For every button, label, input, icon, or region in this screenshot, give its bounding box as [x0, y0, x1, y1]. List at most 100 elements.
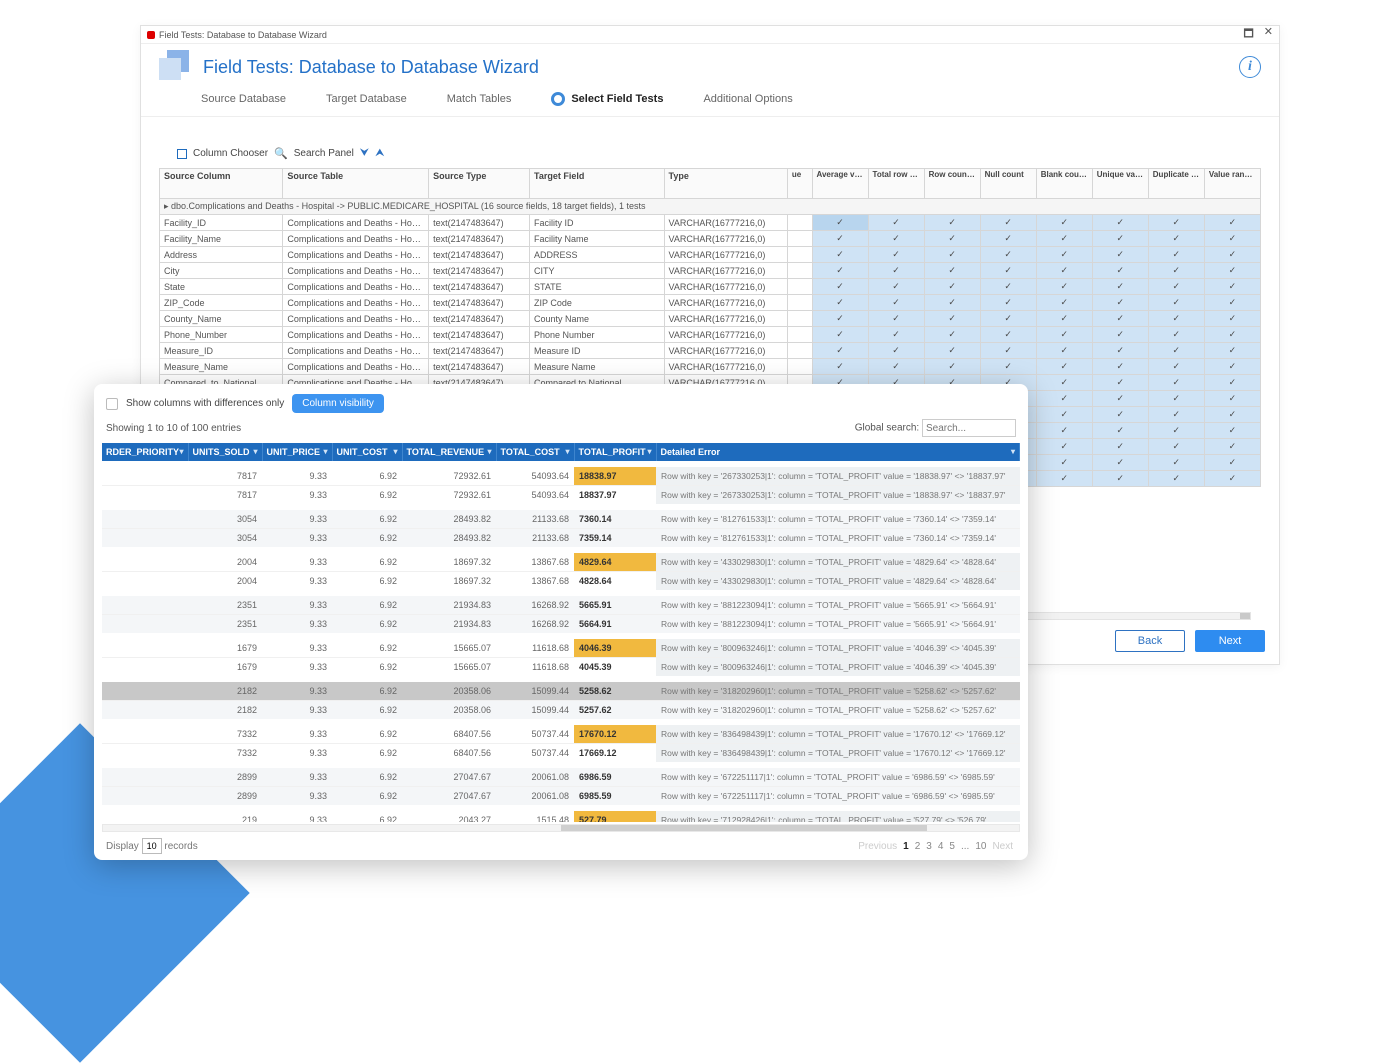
- table-row[interactable]: 16799.336.9215665.0711618.684046.39Row w…: [102, 636, 1020, 658]
- table-row[interactable]: 21829.336.9220358.0615099.445257.62Row w…: [102, 701, 1020, 723]
- test-checkbox[interactable]: ✓: [868, 295, 924, 311]
- table-row[interactable]: Measure_IDComplications and Deaths - Hos…: [160, 343, 1261, 359]
- test-checkbox[interactable]: ✓: [1204, 391, 1260, 407]
- test-checkbox[interactable]: ✓: [1148, 407, 1204, 423]
- test-checkbox[interactable]: ✓: [980, 295, 1036, 311]
- col-total-cost[interactable]: TOTAL_COST▾: [496, 443, 574, 464]
- test-checkbox[interactable]: ✓: [868, 327, 924, 343]
- test-checkbox[interactable]: ✓: [1092, 423, 1148, 439]
- test-checkbox[interactable]: ✓: [1092, 375, 1148, 391]
- test-checkbox[interactable]: ✓: [1036, 455, 1092, 471]
- test-checkbox[interactable]: ✓: [1092, 247, 1148, 263]
- test-checkbox[interactable]: ✓: [924, 247, 980, 263]
- test-checkbox[interactable]: ✓: [1204, 295, 1260, 311]
- test-checkbox[interactable]: ✓: [980, 343, 1036, 359]
- maximize-button[interactable]: 🗖: [1243, 25, 1253, 44]
- global-search-input[interactable]: [922, 419, 1016, 437]
- test-checkbox[interactable]: ✓: [1036, 215, 1092, 231]
- test-checkbox[interactable]: ✓: [1148, 359, 1204, 375]
- pager-page[interactable]: 2: [915, 841, 921, 852]
- table-row[interactable]: 73329.336.9268407.5650737.4417669.12Row …: [102, 744, 1020, 766]
- test-checkbox[interactable]: ✓: [1092, 407, 1148, 423]
- test-checkbox[interactable]: ✓: [1148, 279, 1204, 295]
- test-checkbox[interactable]: ✓: [868, 215, 924, 231]
- records-input[interactable]: [142, 838, 162, 854]
- table-row[interactable]: AddressComplications and Deaths - Hospit…: [160, 247, 1261, 263]
- test-checkbox[interactable]: ✓: [924, 215, 980, 231]
- table-row[interactable]: 78179.336.9272932.6154093.6418837.97Row …: [102, 486, 1020, 508]
- col-avg-text[interactable]: Average value on text fields: [812, 169, 868, 199]
- table-row[interactable]: CityComplications and Deaths - Hospitalt…: [160, 263, 1261, 279]
- table-row[interactable]: 23519.336.9221934.8316268.925665.91Row w…: [102, 593, 1020, 615]
- col-units-sold[interactable]: UNITS_SOLD▾: [188, 443, 262, 464]
- test-checkbox[interactable]: ✓: [1036, 327, 1092, 343]
- group-row[interactable]: ▸ dbo.Complications and Deaths - Hospita…: [160, 199, 1261, 215]
- table-row[interactable]: StateComplications and Deaths - Hospital…: [160, 279, 1261, 295]
- test-checkbox[interactable]: ✓: [980, 247, 1036, 263]
- col-blank-count[interactable]: Blank count (blank identified as ''): [1036, 169, 1092, 199]
- expand-all-icon[interactable]: ⮟: [360, 147, 369, 160]
- table-row[interactable]: 23519.336.9221934.8316268.925664.91Row w…: [102, 615, 1020, 637]
- test-checkbox[interactable]: ✓: [1092, 439, 1148, 455]
- col-dup-values[interactable]: Duplicate values count: [1148, 169, 1204, 199]
- test-checkbox[interactable]: ✓: [1092, 215, 1148, 231]
- test-checkbox[interactable]: ✓: [1148, 327, 1204, 343]
- test-checkbox[interactable]: ✓: [1092, 391, 1148, 407]
- test-checkbox[interactable]: ✓: [812, 279, 868, 295]
- test-checkbox[interactable]: ✓: [1204, 439, 1260, 455]
- test-checkbox[interactable]: ✓: [1204, 423, 1260, 439]
- test-checkbox[interactable]: ✓: [980, 359, 1036, 375]
- table-row[interactable]: 20049.336.9218697.3213867.684828.64Row w…: [102, 572, 1020, 594]
- col-unit-price[interactable]: UNIT_PRICE▾: [262, 443, 332, 464]
- table-row[interactable]: 78179.336.9272932.6154093.6418838.97Row …: [102, 464, 1020, 486]
- test-checkbox[interactable]: ✓: [924, 343, 980, 359]
- test-checkbox[interactable]: ✓: [1148, 215, 1204, 231]
- col-target-field[interactable]: Target Field: [529, 169, 664, 199]
- table-row[interactable]: Facility_NameComplications and Deaths - …: [160, 231, 1261, 247]
- test-checkbox[interactable]: ✓: [1204, 359, 1260, 375]
- col-total-row[interactable]: Total row count: [868, 169, 924, 199]
- table-row[interactable]: County_NameComplications and Deaths - Ho…: [160, 311, 1261, 327]
- test-checkbox[interactable]: ✓: [1148, 311, 1204, 327]
- test-checkbox[interactable]: ✓: [1036, 247, 1092, 263]
- test-checkbox[interactable]: ✓: [868, 231, 924, 247]
- test-checkbox[interactable]: ✓: [1036, 231, 1092, 247]
- test-checkbox[interactable]: ✓: [868, 279, 924, 295]
- col-unit-cost[interactable]: UNIT_COST▾: [332, 443, 402, 464]
- test-checkbox[interactable]: ✓: [868, 263, 924, 279]
- col-unique-values[interactable]: Unique values count: [1092, 169, 1148, 199]
- test-checkbox[interactable]: ✓: [868, 311, 924, 327]
- col-null-count[interactable]: Null count: [980, 169, 1036, 199]
- test-checkbox[interactable]: ✓: [924, 295, 980, 311]
- table-row[interactable]: 28999.336.9227047.6720061.086985.59Row w…: [102, 787, 1020, 809]
- test-checkbox[interactable]: ✓: [924, 263, 980, 279]
- test-checkbox[interactable]: ✓: [1036, 423, 1092, 439]
- test-checkbox[interactable]: ✓: [868, 359, 924, 375]
- test-checkbox[interactable]: ✓: [1092, 279, 1148, 295]
- test-checkbox[interactable]: ✓: [812, 343, 868, 359]
- column-chooser-icon[interactable]: [177, 149, 187, 159]
- test-checkbox[interactable]: ✓: [1204, 247, 1260, 263]
- search-icon[interactable]: 🔍: [274, 147, 288, 160]
- col-type[interactable]: Type: [664, 169, 787, 199]
- step-source-database[interactable]: Source Database: [201, 92, 286, 106]
- col-source-type[interactable]: Source Type: [429, 169, 530, 199]
- test-checkbox[interactable]: ✓: [1036, 263, 1092, 279]
- col-value-ranges[interactable]: Value ranges are the same: [1204, 169, 1260, 199]
- test-checkbox[interactable]: ✓: [812, 215, 868, 231]
- test-checkbox[interactable]: ✓: [980, 231, 1036, 247]
- test-checkbox[interactable]: ✓: [1148, 263, 1204, 279]
- pager-next[interactable]: Next: [992, 841, 1013, 852]
- test-checkbox[interactable]: ✓: [1036, 391, 1092, 407]
- col-ue[interactable]: ue: [787, 169, 812, 199]
- test-checkbox[interactable]: ✓: [1036, 295, 1092, 311]
- test-checkbox[interactable]: ✓: [924, 311, 980, 327]
- step-target-database[interactable]: Target Database: [326, 92, 407, 106]
- table-row[interactable]: Phone_NumberComplications and Deaths - H…: [160, 327, 1261, 343]
- step-select-field-tests[interactable]: Select Field Tests: [551, 92, 663, 106]
- close-button[interactable]: ✕: [1264, 25, 1273, 44]
- test-checkbox[interactable]: ✓: [1204, 455, 1260, 471]
- test-checkbox[interactable]: ✓: [924, 359, 980, 375]
- table-row[interactable]: Facility_IDComplications and Deaths - Ho…: [160, 215, 1261, 231]
- test-checkbox[interactable]: ✓: [812, 311, 868, 327]
